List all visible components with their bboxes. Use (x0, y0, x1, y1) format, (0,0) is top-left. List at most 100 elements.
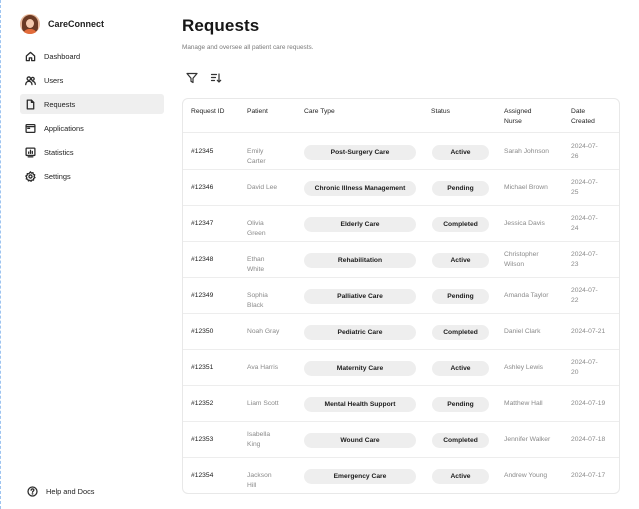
patient-name: Ethan White (247, 256, 265, 273)
column-header-assigned-nurse[interactable]: Assigned Nurse (504, 107, 544, 127)
chart-icon (25, 146, 36, 158)
window-icon (25, 123, 36, 133)
care-type-badge: Wound Care (304, 432, 416, 448)
care-type-badge: Rehabilitation (304, 252, 416, 268)
assigned-nurse: Ashley Lewis (504, 364, 544, 371)
patient-name: Liam Scott (247, 400, 279, 407)
table-row[interactable]: #12353 Isabella King Wound Care Completed Je… (183, 422, 619, 458)
care-type-badge: Mental Health Support (304, 396, 416, 412)
table-row[interactable]: #12347 Olivia Green Elderly Care Completed J… (183, 206, 619, 242)
request-id: #12351 (191, 364, 214, 371)
sidebar-item-statistics[interactable]: Statistics (20, 142, 164, 162)
avatar[interactable] (20, 14, 40, 34)
table-row[interactable]: #12349 Sophia Black Palliative Care Pending… (183, 278, 619, 314)
column-header-patient[interactable]: Patient (247, 107, 268, 117)
column-header-request-id[interactable]: Request ID (191, 107, 224, 117)
sidebar-item-label: Applications (44, 123, 84, 133)
table-header: Request ID Patient Care Type Status Assi… (183, 99, 619, 133)
request-id: #12352 (191, 400, 214, 407)
assigned-nurse: Daniel Clark (504, 328, 541, 335)
status-badge: Completed (432, 216, 489, 232)
sidebar-item-label: Statistics (44, 147, 74, 157)
request-id: #12345 (191, 148, 214, 155)
column-header-date-created[interactable]: Date Created (571, 107, 603, 127)
request-id: #12354 (191, 472, 214, 479)
filter-button[interactable] (186, 71, 198, 84)
date-created: 2024-07-24 (571, 215, 598, 232)
patient-name: Ava Harris (247, 364, 279, 371)
date-created: 2024-07-19 (571, 400, 606, 407)
status-badge: Completed (432, 324, 489, 340)
app-name: CareConnect (48, 19, 105, 29)
status-badge: Pending (432, 288, 489, 304)
status-badge: Pending (432, 180, 489, 196)
request-id: #12353 (191, 436, 214, 443)
request-id: #12350 (191, 328, 214, 335)
sidebar-item-requests[interactable]: Requests (20, 94, 164, 114)
date-created: 2024-07-21 (571, 328, 606, 335)
users-icon (25, 75, 36, 85)
date-created: 2024-07-26 (571, 143, 598, 160)
patient-name: Sophia Black (247, 292, 268, 309)
sort-button[interactable] (210, 71, 222, 83)
patient-name: Olivia Green (247, 220, 266, 237)
care-type-badge: Emergency Care (304, 468, 416, 484)
table-row[interactable]: #12348 Ethan White Rehabilitation Active Chr… (183, 242, 619, 278)
patient-name: Emily Carter (247, 148, 266, 165)
help-icon (27, 486, 38, 497)
date-created: 2024-07-22 (571, 287, 598, 304)
status-badge: Completed (432, 432, 489, 448)
date-created: 2024-07-18 (571, 436, 606, 443)
table-row[interactable]: #12345 Emily Carter Post-Surgery Care Activ… (183, 134, 619, 170)
request-id: #12349 (191, 292, 214, 299)
patient-name: Noah Gray (247, 328, 280, 335)
assigned-nurse: Jennifer Walker (504, 436, 551, 443)
column-header-care-type[interactable]: Care Type (304, 107, 335, 117)
date-created: 2024-07-17 (571, 472, 606, 479)
table-row[interactable]: #12354 Jackson Hill Emergency Care Active An… (183, 458, 619, 493)
help-label: Help and Docs (46, 487, 95, 496)
patient-name: David Lee (247, 184, 278, 191)
brand: CareConnect (20, 14, 164, 34)
care-type-badge: Palliative Care (304, 288, 416, 304)
status-badge: Active (432, 144, 489, 160)
table-row[interactable]: #12350 Noah Gray Pediatric Care Completed Da… (183, 314, 619, 350)
requests-table: Request ID Patient Care Type Status Assi… (182, 98, 620, 494)
help-and-docs-link[interactable]: Help and Docs (27, 486, 94, 497)
care-type-badge: Pediatric Care (304, 324, 416, 340)
table-row[interactable]: #12346 David Lee Chronic Illness Managemen… (183, 170, 619, 206)
assigned-nurse: Andrew Young (504, 472, 548, 479)
request-id: #12346 (191, 184, 214, 191)
gear-icon (25, 170, 36, 182)
sidebar-item-users[interactable]: Users (20, 70, 164, 90)
request-id: #12348 (191, 256, 214, 263)
sidebar-item-label: Users (44, 75, 64, 85)
sidebar-item-applications[interactable]: Applications (20, 118, 164, 138)
table-row[interactable]: #12351 Ava Harris Maternity Care Active Ashl… (183, 350, 619, 386)
patient-name: Jackson Hill (247, 472, 272, 489)
assigned-nurse: Michael Brown (504, 184, 548, 191)
page-title: Requests (182, 16, 260, 35)
main-content: Requests Manage and oversee all patient … (182, 0, 622, 509)
care-type-badge: Maternity Care (304, 360, 416, 376)
date-created: 2024-07-20 (571, 359, 598, 376)
sidebar-item-label: Requests (44, 99, 76, 109)
sidebar-nav: Dashboard Users Requests Applications St… (20, 46, 164, 186)
sidebar-item-dashboard[interactable]: Dashboard (20, 46, 164, 66)
file-icon (26, 98, 35, 110)
date-created: 2024-07-25 (571, 179, 598, 196)
column-header-status[interactable]: Status (431, 107, 450, 117)
sidebar-item-label: Settings (44, 171, 71, 181)
assigned-nurse: Christopher Wilson (504, 251, 539, 268)
status-badge: Active (432, 252, 489, 268)
sidebar-item-label: Dashboard (44, 51, 81, 61)
table-row[interactable]: #12352 Liam Scott Mental Health Support Pen… (183, 386, 619, 422)
status-badge: Active (432, 360, 489, 376)
status-badge: Pending (432, 396, 489, 412)
page-subtitle: Manage and oversee all patient care requ… (182, 44, 314, 51)
assigned-nurse: Jessica Davis (504, 220, 545, 227)
filter-icon (186, 72, 198, 84)
assigned-nurse: Sarah Johnson (504, 148, 549, 155)
date-created: 2024-07-23 (571, 251, 598, 268)
sidebar-item-settings[interactable]: Settings (20, 166, 164, 186)
